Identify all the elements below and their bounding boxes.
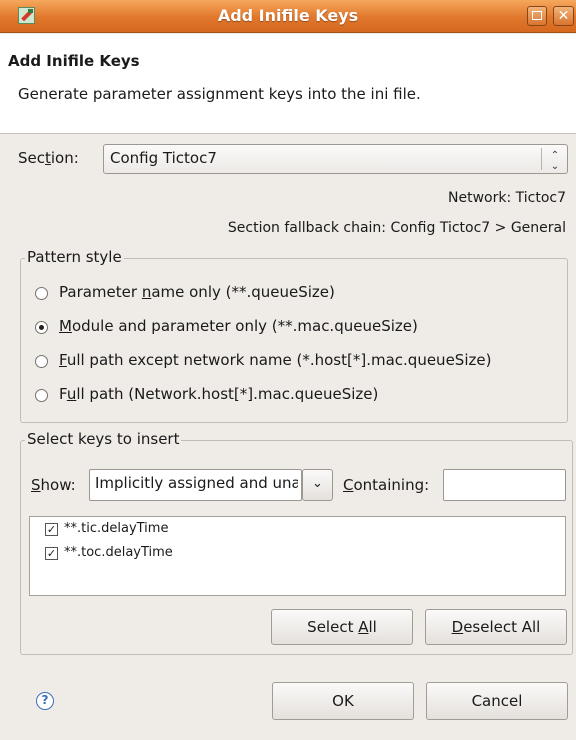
radio-button[interactable] — [35, 287, 48, 300]
radio-button-selected[interactable] — [35, 321, 48, 334]
header-description: Generate parameter assignment keys into … — [18, 85, 421, 103]
checkbox[interactable]: ✓ — [45, 523, 58, 536]
show-label: Show: — [31, 476, 76, 494]
show-filter-value: Implicitly assigned and unassigned — [95, 474, 298, 492]
show-filter-select[interactable]: Implicitly assigned and unassigned — [89, 469, 302, 501]
checkbox[interactable]: ✓ — [45, 547, 58, 560]
close-icon[interactable]: ✕ — [553, 6, 574, 26]
select-all-button[interactable]: Select All — [271, 609, 413, 645]
deselect-all-button[interactable]: Deselect All — [425, 609, 567, 645]
section-label: Section: — [18, 149, 79, 167]
pattern-style-title: Pattern style — [25, 248, 124, 266]
select-keys-title: Select keys to insert — [25, 430, 182, 448]
section-value: Config Tictoc7 — [110, 149, 217, 167]
fallback-chain-info: Section fallback chain: Config Tictoc7 >… — [227, 220, 566, 236]
radio-button[interactable] — [35, 355, 48, 368]
pattern-style-group: Pattern style Parameter name only (**.qu… — [20, 248, 568, 423]
keys-list[interactable]: ✓ **.tic.delayTime ✓ **.toc.delayTime — [29, 516, 566, 596]
section-combo[interactable]: Config Tictoc7 ⌃ ⌄ — [103, 144, 568, 174]
network-info: Network: Tictoc7 — [448, 190, 566, 206]
dialog-window: Add Inifile Keys ✕ Add Inifile Keys Gene… — [0, 0, 576, 740]
ok-button[interactable]: OK — [272, 682, 414, 720]
updown-arrows-icon: ⌃ ⌄ — [550, 150, 560, 172]
window-title: Add Inifile Keys — [217, 6, 359, 25]
cancel-button[interactable]: Cancel — [426, 682, 568, 720]
select-keys-group: Select keys to insert Show: Implicitly a… — [20, 430, 573, 655]
radio-button[interactable] — [35, 389, 48, 402]
maximize-icon[interactable] — [527, 6, 547, 26]
title-bar[interactable]: Add Inifile Keys ✕ — [0, 0, 576, 33]
header-title: Add Inifile Keys — [8, 52, 140, 70]
chevron-down-icon[interactable]: ⌄ — [302, 469, 333, 501]
containing-input[interactable] — [443, 469, 566, 501]
dialog-header: Add Inifile Keys Generate parameter assi… — [0, 34, 576, 134]
containing-label: Containing: — [343, 476, 430, 494]
help-icon[interactable]: ? — [36, 692, 54, 710]
